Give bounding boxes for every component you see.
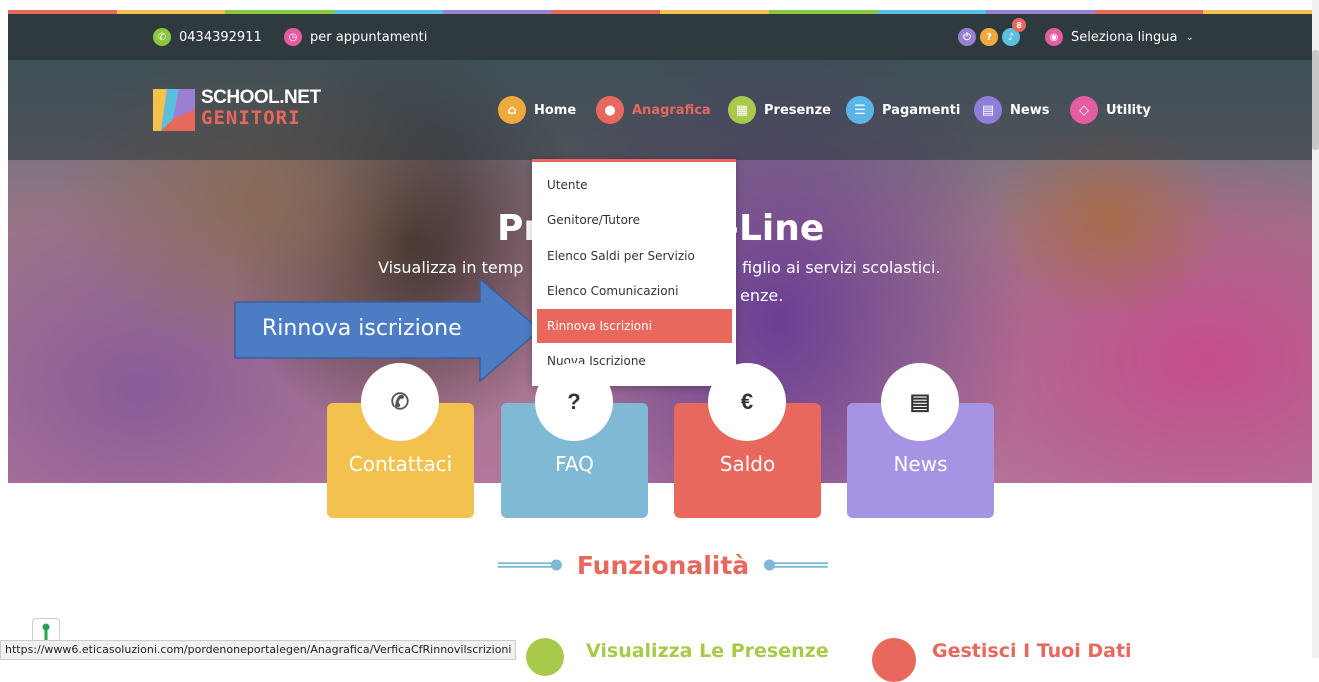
page-scrollbar[interactable] <box>1312 0 1319 658</box>
feature-dati-title[interactable]: Gestisci I Tuoi Dati <box>932 640 1132 662</box>
home-icon: ⌂ <box>498 96 526 124</box>
phone-number: 0434392911 <box>179 29 262 45</box>
nav-utility-label: Utility <box>1106 102 1151 118</box>
card-faq-label: FAQ <box>555 452 594 476</box>
logo-text-line1: SCHOOL.NET <box>201 87 321 108</box>
code-icon: ◇ <box>1070 96 1098 124</box>
hero-subtitle-line2: enze. <box>740 286 784 305</box>
hero-title-right: -Line <box>724 208 825 249</box>
question-icon: ? <box>535 363 613 441</box>
key-glyph <box>42 623 50 640</box>
hero-subtitle-left: Visualizza in temp <box>378 258 524 277</box>
user-icon: ● <box>596 96 624 124</box>
divider-right <box>764 559 828 571</box>
nav-anagrafica-label: Anagrafica <box>632 102 711 118</box>
nav-pagamenti-label: Pagamenti <box>882 102 961 118</box>
feature-presenze-title[interactable]: Visualizza Le Presenze <box>586 640 829 662</box>
appointments-link[interactable]: ◷ per appuntamenti <box>284 28 427 46</box>
menu-item-rinnova-iscrizioni[interactable]: Rinnova Iscrizioni <box>537 309 732 343</box>
phone-icon: ✆ <box>361 363 439 441</box>
nav-anagrafica[interactable]: ● Anagrafica <box>596 96 711 124</box>
status-bar-url: https://www6.eticasoluzioni.com/pordenon… <box>0 640 517 660</box>
clock-icon: ◷ <box>284 28 302 46</box>
divider-left <box>498 559 562 571</box>
anagrafica-dropdown-menu: Utente Genitore/Tutore Elenco Saldi per … <box>532 159 736 386</box>
menu-item-utente[interactable]: Utente <box>532 168 736 202</box>
bell-icon[interactable]: ♪ 8 <box>1002 18 1026 46</box>
phone-icon: ✆ <box>153 28 171 46</box>
language-selector[interactable]: ◉ Seleziona lingua ⌄ <box>1045 28 1194 46</box>
top-bar: ✆ 0434392911 ◷ per appuntamenti ⏻ ? ♪ 8 … <box>8 14 1312 60</box>
nav-news[interactable]: ▤ News <box>974 96 1049 124</box>
nav-presenze[interactable]: ▦ Presenze <box>728 96 831 124</box>
nav-utility[interactable]: ◇ Utility <box>1070 96 1151 124</box>
school-net-logo[interactable]: SCHOOL.NET GENITORI <box>153 85 321 135</box>
presenze-feature-icon <box>526 638 564 676</box>
callout-label: Rinnova iscrizione <box>262 316 462 341</box>
funzionalita-header: Funzionalità <box>498 545 828 585</box>
logo-text-line2: GENITORI <box>201 107 301 129</box>
scrollbar-thumb[interactable] <box>1312 50 1319 150</box>
newspaper-icon: ▤ <box>881 363 959 441</box>
menu-item-elenco-comunicazioni[interactable]: Elenco Comunicazioni <box>532 274 736 308</box>
phone-contact[interactable]: ✆ 0434392911 <box>153 28 262 46</box>
chevron-down-icon: ⌄ <box>1185 31 1194 43</box>
card-contattaci-label: Contattaci <box>348 452 453 476</box>
logo-mark <box>153 89 195 131</box>
power-icon[interactable]: ⏻ <box>958 28 976 46</box>
nav-home[interactable]: ⌂ Home <box>498 96 576 124</box>
card-saldo-label: Saldo <box>719 452 776 476</box>
language-label: Seleziona lingua <box>1071 29 1178 45</box>
hero-subtitle-right: figlio ai servizi scolastici. <box>742 258 941 277</box>
nav-presenze-label: Presenze <box>764 102 831 118</box>
account-icons: ⏻ ? ♪ 8 <box>958 18 1026 46</box>
help-icon[interactable]: ? <box>980 28 998 46</box>
funzionalita-title: Funzionalità <box>576 550 750 580</box>
appointments-label: per appuntamenti <box>310 29 428 45</box>
dati-feature-icon <box>872 638 916 682</box>
calendar-icon: ▦ <box>728 96 756 124</box>
nav-pagamenti[interactable]: ☰ Pagamenti <box>846 96 960 124</box>
newspaper-icon: ▤ <box>974 96 1002 124</box>
menu-item-genitore-tutore[interactable]: Genitore/Tutore <box>532 203 736 237</box>
page: ✆ 0434392911 ◷ per appuntamenti ⏻ ? ♪ 8 … <box>8 0 1313 682</box>
card-news-label: News <box>893 452 948 476</box>
main-navbar: SCHOOL.NET GENITORI ⌂ Home ● Anagrafica … <box>8 60 1312 160</box>
list-icon: ☰ <box>846 96 874 124</box>
euro-icon: € <box>708 363 786 441</box>
globe-icon: ◉ <box>1045 28 1063 46</box>
nav-home-label: Home <box>534 102 577 118</box>
notification-badge: 8 <box>1012 18 1026 32</box>
menu-item-elenco-saldi[interactable]: Elenco Saldi per Servizio <box>532 239 736 273</box>
nav-news-label: News <box>1010 102 1050 118</box>
